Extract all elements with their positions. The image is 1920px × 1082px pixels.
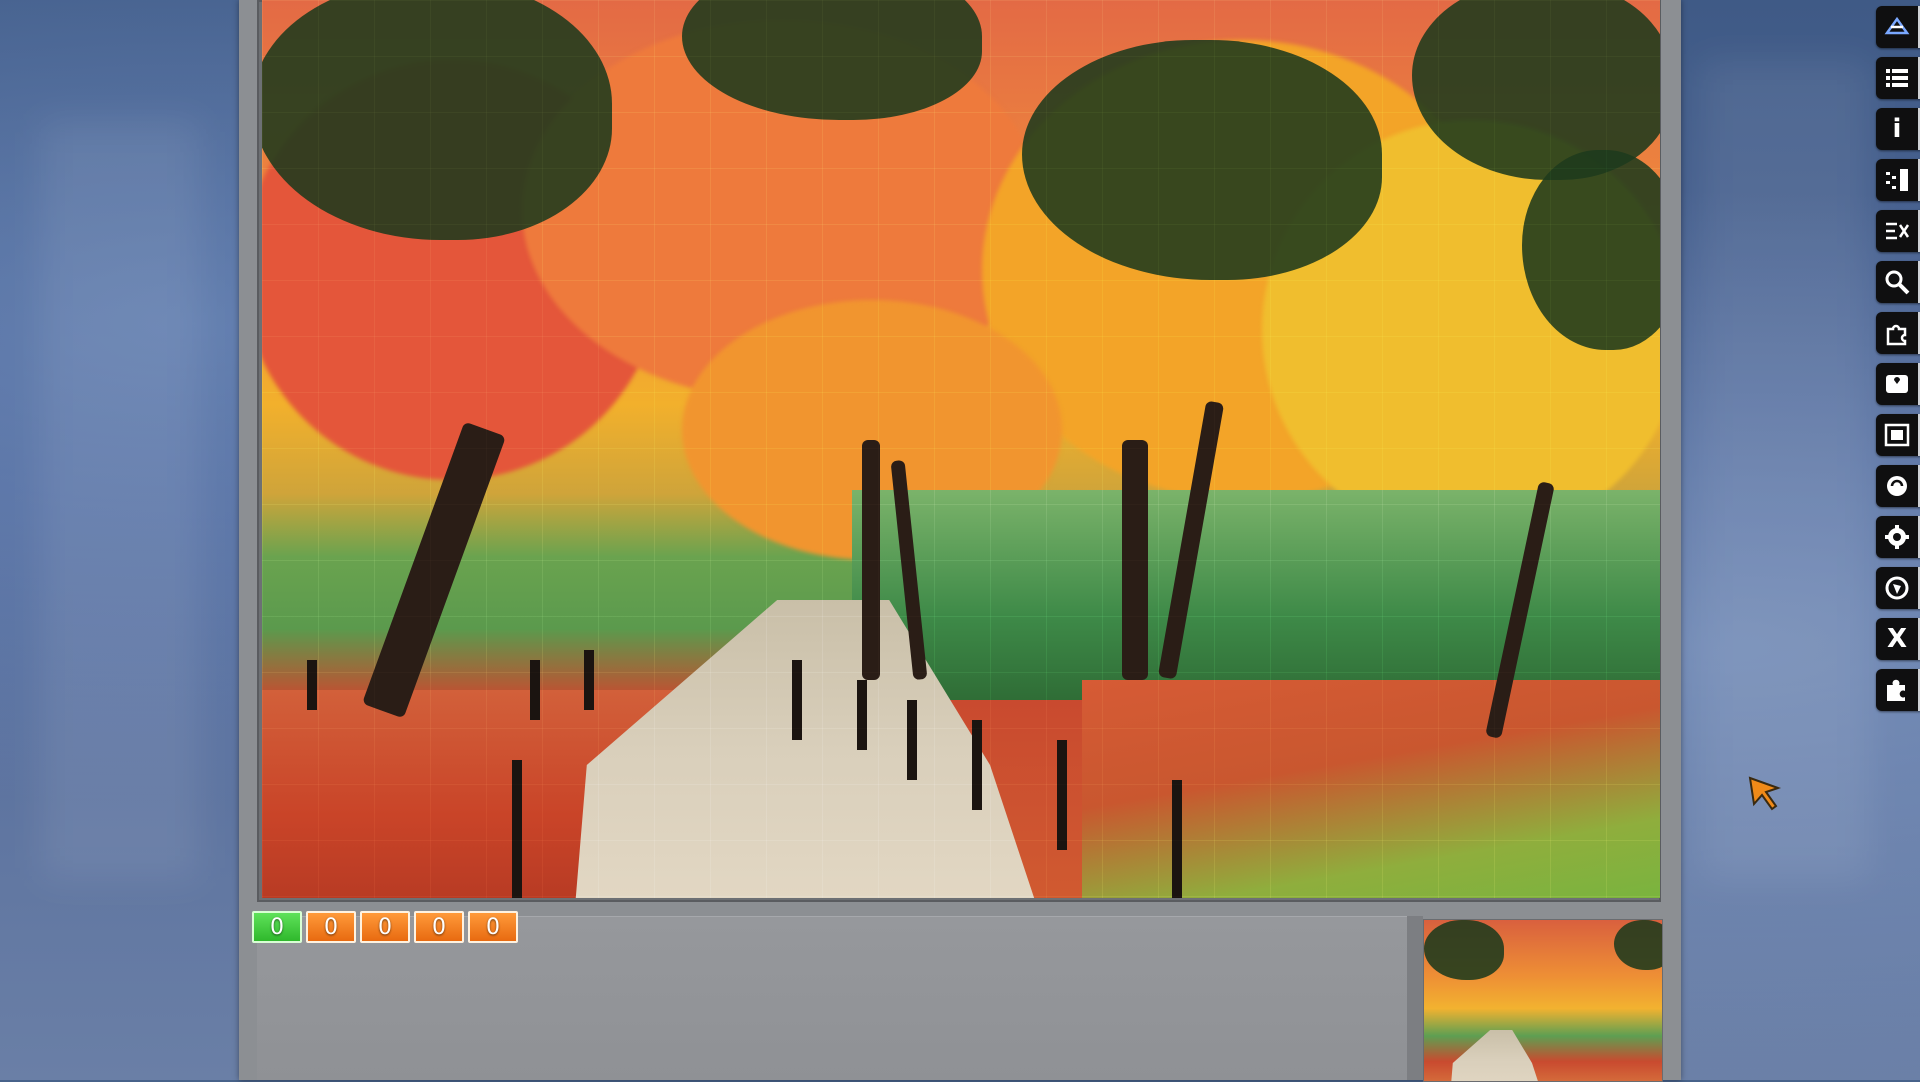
- jigsaw-piece-grid: [262, 0, 1660, 898]
- counter-bar: 0 0 0 0 0: [252, 911, 518, 945]
- ghost-image-icon: [1887, 476, 1907, 496]
- mouse-cursor-icon: [1748, 776, 1782, 811]
- puzzle-piece-button[interactable]: [1876, 312, 1920, 354]
- sort-edges-button[interactable]: [1876, 159, 1920, 201]
- counter-orange: 0: [360, 911, 410, 943]
- background-blur-band: [1700, 60, 1870, 880]
- counter-orange: 0: [306, 911, 356, 943]
- magnifier-button[interactable]: [1876, 261, 1920, 303]
- preview-thumbnail[interactable]: [1423, 919, 1663, 1082]
- puzzle-board[interactable]: [262, 0, 1660, 898]
- screenshot-button[interactable]: [1876, 414, 1920, 456]
- shuffle-scatter-icon: [1884, 16, 1910, 35]
- browser-button[interactable]: [1876, 567, 1920, 609]
- puzzle-menu-button[interactable]: [1876, 669, 1920, 711]
- tray-divider: [1407, 916, 1423, 1080]
- background-blur-band: [40, 120, 200, 880]
- info-button[interactable]: i: [1876, 108, 1920, 150]
- settings-button[interactable]: [1876, 516, 1920, 558]
- shuffle-scatter-button[interactable]: [1876, 6, 1920, 48]
- arrange-pieces-icon: [1886, 222, 1910, 240]
- list-button[interactable]: [1876, 57, 1920, 99]
- magnifier-icon: [1885, 270, 1910, 295]
- counter-value: 0: [270, 914, 284, 940]
- counter-value: 0: [324, 914, 338, 940]
- settings-gear-icon: [1885, 525, 1909, 549]
- ghost-image-button[interactable]: [1876, 465, 1920, 507]
- list-icon: [1886, 69, 1908, 87]
- sort-edges-icon: [1886, 169, 1908, 191]
- counter-value: 0: [432, 914, 446, 940]
- counter-orange: 0: [468, 911, 518, 943]
- counter-green: 0: [252, 911, 302, 943]
- puzzle-piece-solid-icon: [1887, 679, 1905, 701]
- counter-orange: 0: [414, 911, 464, 943]
- close-icon: X: [1886, 624, 1908, 654]
- browser-globe-icon: [1885, 576, 1909, 600]
- info-icon: i: [1892, 114, 1902, 144]
- screenshot-frame-icon: [1884, 423, 1910, 447]
- puzzle-piece-icon: [1886, 324, 1907, 346]
- box-lid-button[interactable]: [1876, 363, 1920, 405]
- close-button[interactable]: X: [1876, 618, 1920, 660]
- right-toolbar: i X: [1876, 6, 1920, 711]
- box-lid-icon: [1886, 375, 1908, 393]
- arrange-pieces-button[interactable]: [1876, 210, 1920, 252]
- counter-value: 0: [378, 914, 392, 940]
- dark-foliage: [1424, 920, 1504, 980]
- counter-value: 0: [486, 914, 500, 940]
